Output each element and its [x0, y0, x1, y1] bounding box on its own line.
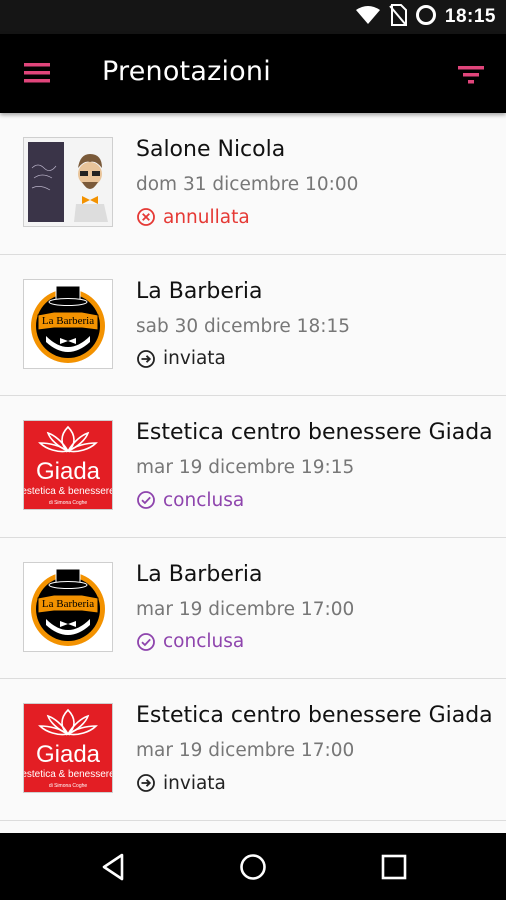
completed-check-icon [137, 632, 155, 651]
recents-icon [381, 854, 407, 880]
salon-logo: Giada estetica & benessere di Simona Coghe [23, 420, 113, 510]
booking-status-label: inviata [163, 772, 226, 794]
booking-salon-name: Salone Nicola [136, 137, 286, 162]
booking-status: conclusa [136, 630, 244, 654]
giada-logo-text: Giada [36, 458, 101, 485]
back-icon [102, 853, 124, 881]
booking-date: mar 19 dicembre 19:15 [136, 457, 355, 478]
giada-logo-small: di Simona Coghe [49, 500, 88, 506]
giada-logo-subtext: estetica & benessere [24, 486, 112, 497]
filter-button[interactable] [454, 60, 488, 90]
menu-button[interactable] [22, 59, 56, 89]
booking-date: mar 19 dicembre 17:00 [136, 598, 355, 620]
sync-icon [415, 4, 437, 31]
booking-date: dom 31 dicembre 10:00 [136, 174, 359, 195]
status-bar: 18:15 [0, 0, 506, 34]
booking-list: Salone Nicola dom 31 dicembre 10:00 annull… [0, 113, 506, 833]
booking-salon-name: La Barberia [136, 278, 263, 304]
cancelled-icon [137, 208, 155, 226]
filter-icon [458, 66, 484, 84]
booking-status: conclusa [136, 488, 244, 512]
booking-status: inviata [136, 771, 226, 795]
wifi-icon [355, 5, 381, 30]
booking-status-label: conclusa [163, 631, 245, 652]
back-button[interactable] [96, 849, 132, 885]
booking-item[interactable]: Giada estetica & benessere di Simona Coghe… [0, 396, 506, 538]
booking-status-label: annullata [163, 206, 250, 228]
booking-salon-name: Estetica centro benessere Giada [136, 703, 493, 728]
barberia-logo-text: La Barberia [42, 315, 94, 327]
recents-button[interactable] [376, 849, 412, 885]
hamburger-menu-icon [24, 63, 50, 83]
booking-status: annullata [136, 205, 250, 229]
home-icon [240, 854, 266, 880]
barberia-logo-text: La Barberia [42, 598, 94, 610]
sent-arrow-icon [137, 349, 155, 368]
page-title: Prenotazioni [102, 56, 271, 87]
salon-logo: La Barberia [23, 561, 113, 652]
salon-logo [23, 137, 113, 227]
salon-logo: Giada estetica & benessere di Simona Coghe [23, 703, 113, 793]
no-sim-icon [389, 3, 407, 31]
booking-status: inviata [136, 347, 226, 371]
navigation-bar [0, 833, 506, 900]
booking-item[interactable]: Salone Nicola dom 31 dicembre 10:00 annull… [0, 113, 506, 255]
booking-status-label: conclusa [163, 489, 245, 511]
booking-item[interactable]: La Barberia La Barberia mar 19 dicembre 17… [0, 537, 506, 679]
giada-logo-text: Giada [36, 741, 101, 768]
booking-date: sab 30 dicembre 18:15 [136, 315, 350, 337]
home-button[interactable] [235, 849, 271, 885]
giada-logo-subtext: estetica & benessere [24, 769, 112, 780]
completed-check-icon [137, 491, 155, 509]
booking-salon-name: La Barberia [136, 561, 263, 587]
booking-item[interactable]: La Barberia La Barberia sab 30 dicembre 18… [0, 254, 506, 396]
booking-status-label: inviata [163, 348, 226, 369]
salon-logo: La Barberia [23, 278, 113, 369]
booking-item[interactable]: Giada estetica & benessere di Simona Coghe… [0, 679, 506, 821]
giada-logo-small: di Simona Coghe [49, 783, 88, 789]
sent-arrow-icon [137, 774, 155, 792]
status-time: 18:15 [444, 6, 496, 27]
booking-salon-name: Estetica centro benessere Giada [136, 420, 493, 445]
app-bar: Prenotazioni [0, 34, 506, 113]
booking-date: mar 19 dicembre 17:00 [136, 740, 355, 761]
status-icons: 18:15 [355, 0, 496, 34]
